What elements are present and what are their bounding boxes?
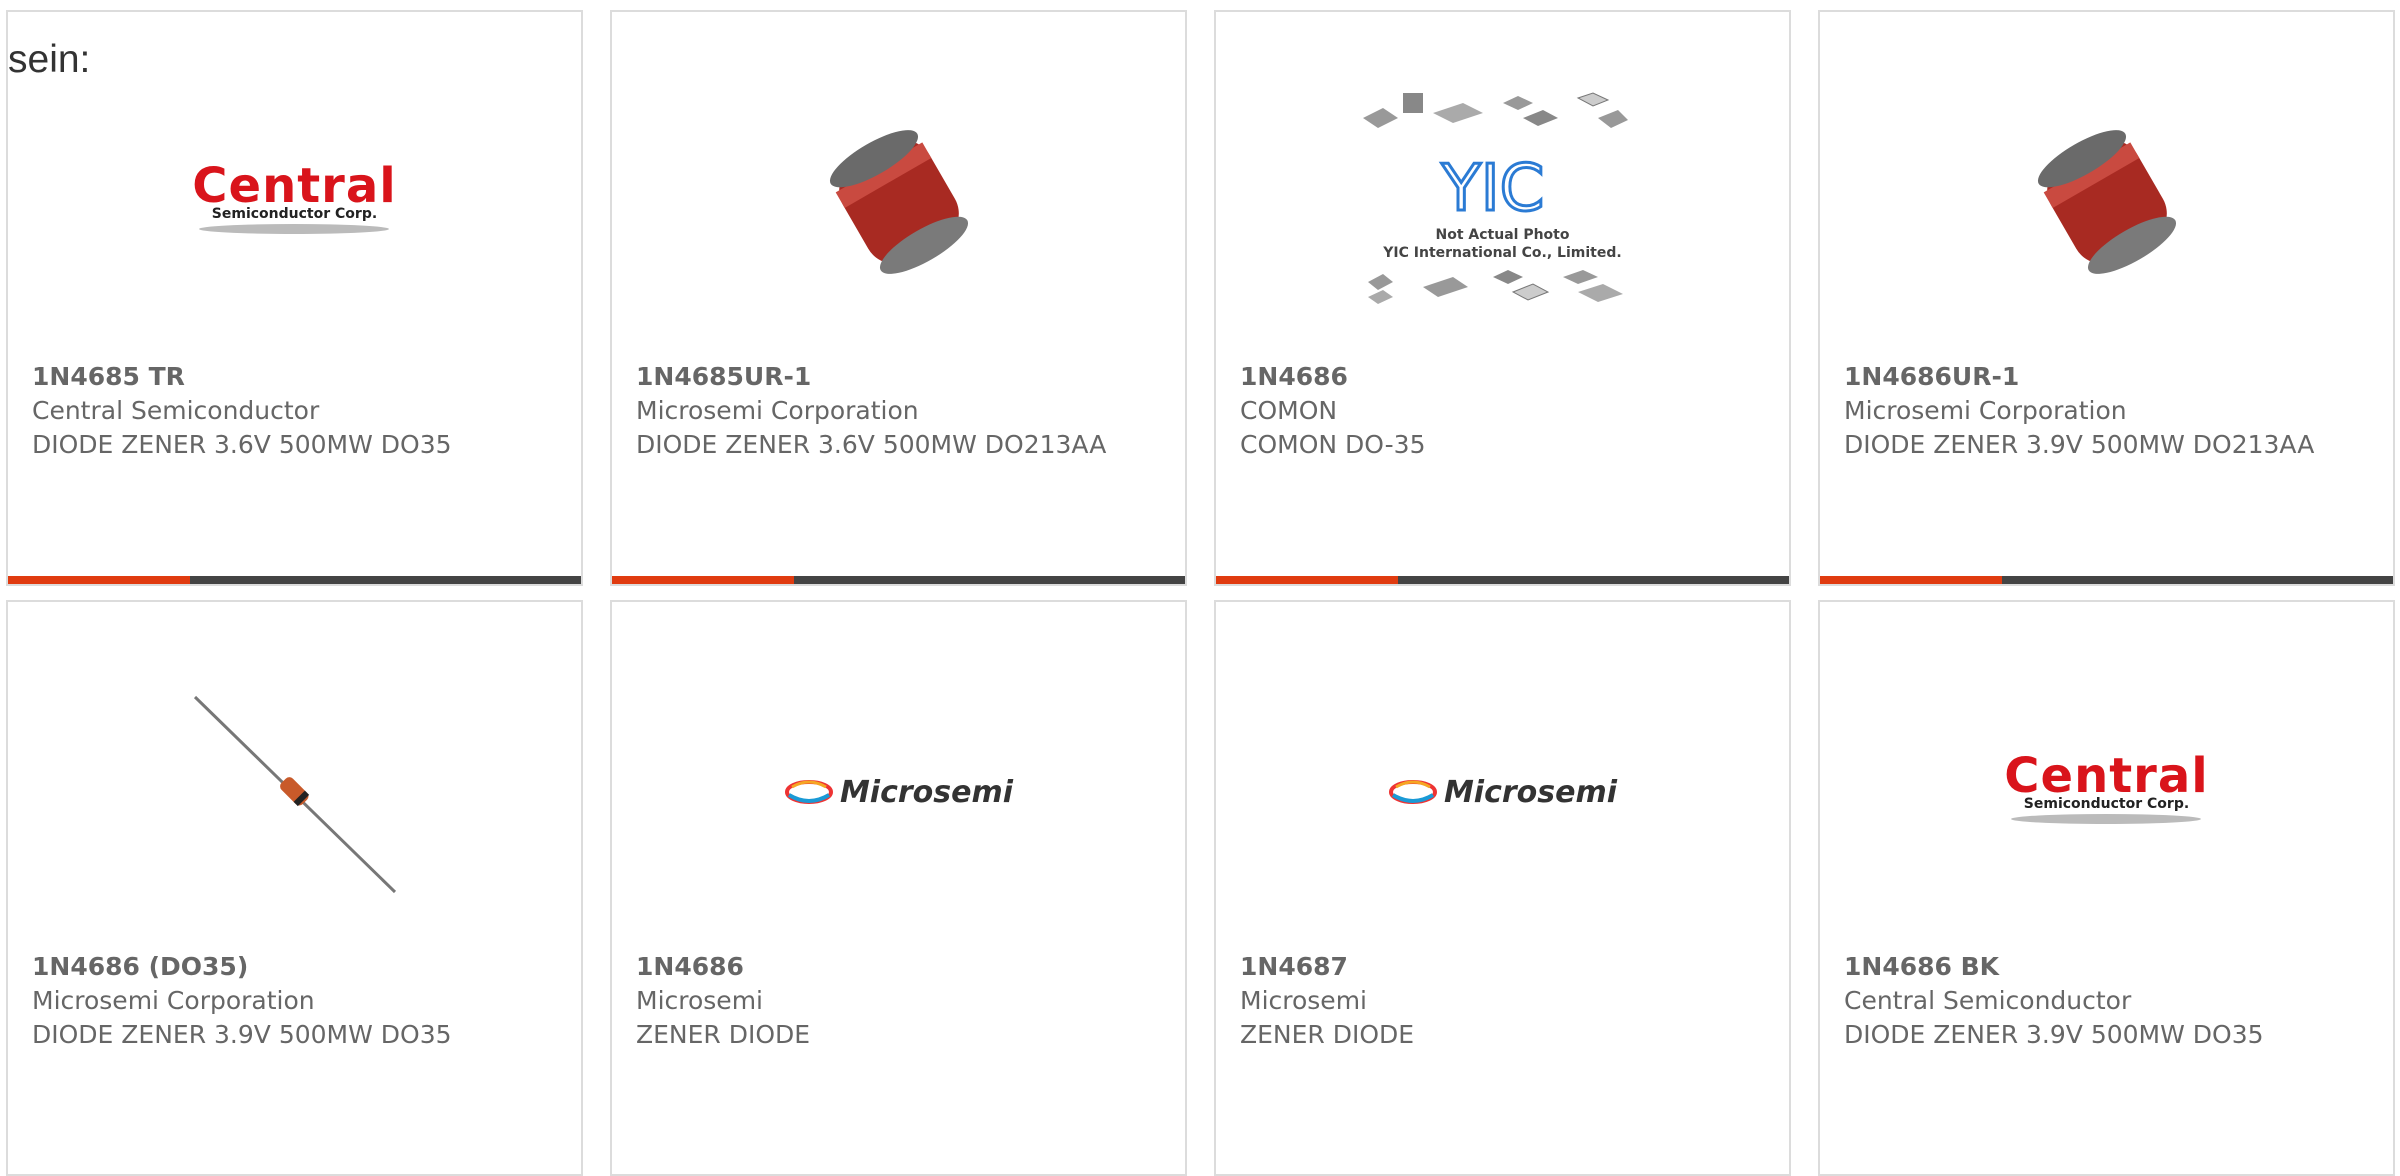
description: DIODE ZENER 3.6V 500MW DO213AA — [636, 430, 1107, 459]
manufacturer: Microsemi — [1240, 986, 1367, 1015]
card-bar — [1820, 576, 2393, 584]
card-bar — [612, 576, 1185, 584]
product-card[interactable]: Microsemi 1N4687 Microsemi ZENER DIODE — [1214, 600, 1791, 1176]
product-card[interactable]: 1N4686 (DO35) Microsemi Corporation DIOD… — [6, 600, 583, 1176]
product-card[interactable]: 1N4685UR-1 Microsemi Corporation DIODE Z… — [610, 10, 1187, 586]
melf-diode-image — [779, 82, 1019, 322]
manufacturer: Microsemi — [636, 986, 763, 1015]
description: DIODE ZENER 3.9V 500MW DO35 — [1844, 1020, 2264, 1049]
manufacturer: COMON — [1240, 396, 1338, 425]
manufacturer: Central Semiconductor — [32, 396, 320, 425]
product-card[interactable]: Central Semiconductor Corp. 1N4686 BK Ce… — [1818, 600, 2395, 1176]
card-bar — [8, 576, 581, 584]
part-number[interactable]: 1N4686 — [1240, 360, 1760, 394]
part-number[interactable]: 1N4686 (DO35) — [32, 950, 552, 984]
yic-caption-2: YIC International Co., Limited. — [1383, 245, 1622, 261]
product-card[interactable]: Central Semiconductor Corp. 1N4685 TR Ce… — [6, 10, 583, 586]
microsemi-logo: Microsemi — [769, 672, 1029, 912]
product-card[interactable]: 1N4686UR-1 Microsemi Corporation DIODE Z… — [1818, 10, 2395, 586]
part-number[interactable]: 1N4685UR-1 — [636, 360, 1156, 394]
yic-caption-1: Not Actual Photo — [1435, 227, 1570, 243]
central-logo: Central Semiconductor Corp. — [175, 82, 415, 322]
part-number[interactable]: 1N4686 BK — [1844, 950, 2364, 984]
header-fragment: sein: — [8, 38, 91, 81]
part-number[interactable]: 1N4687 — [1240, 950, 1760, 984]
part-number[interactable]: 1N4686UR-1 — [1844, 360, 2364, 394]
axial-diode-image — [175, 672, 415, 912]
melf-diode-image — [1987, 82, 2227, 322]
manufacturer: Microsemi Corporation — [636, 396, 919, 425]
description: COMON DO-35 — [1240, 430, 1426, 459]
card-bar — [1216, 576, 1789, 584]
description: ZENER DIODE — [1240, 1020, 1415, 1049]
description: DIODE ZENER 3.9V 500MW DO35 — [32, 1020, 452, 1049]
product-card[interactable]: YIC Not Actual Photo YIC International C… — [1214, 10, 1791, 586]
microsemi-logo: Microsemi — [1373, 672, 1633, 912]
manufacturer: Microsemi Corporation — [1844, 396, 2127, 425]
central-logo: Central Semiconductor Corp. — [1987, 672, 2227, 912]
product-card[interactable]: Microsemi 1N4686 Microsemi ZENER DIODE — [610, 600, 1187, 1176]
svg-text:YIC: YIC — [1440, 152, 1544, 222]
part-number[interactable]: 1N4685 TR — [32, 360, 552, 394]
manufacturer: Microsemi Corporation — [32, 986, 315, 1015]
description: DIODE ZENER 3.6V 500MW DO35 — [32, 430, 452, 459]
part-number[interactable]: 1N4686 — [636, 950, 1156, 984]
yic-placeholder-image: YIC Not Actual Photo YIC International C… — [1353, 72, 1653, 332]
manufacturer: Central Semiconductor — [1844, 986, 2132, 1015]
description: DIODE ZENER 3.9V 500MW DO213AA — [1844, 430, 2315, 459]
description: ZENER DIODE — [636, 1020, 811, 1049]
